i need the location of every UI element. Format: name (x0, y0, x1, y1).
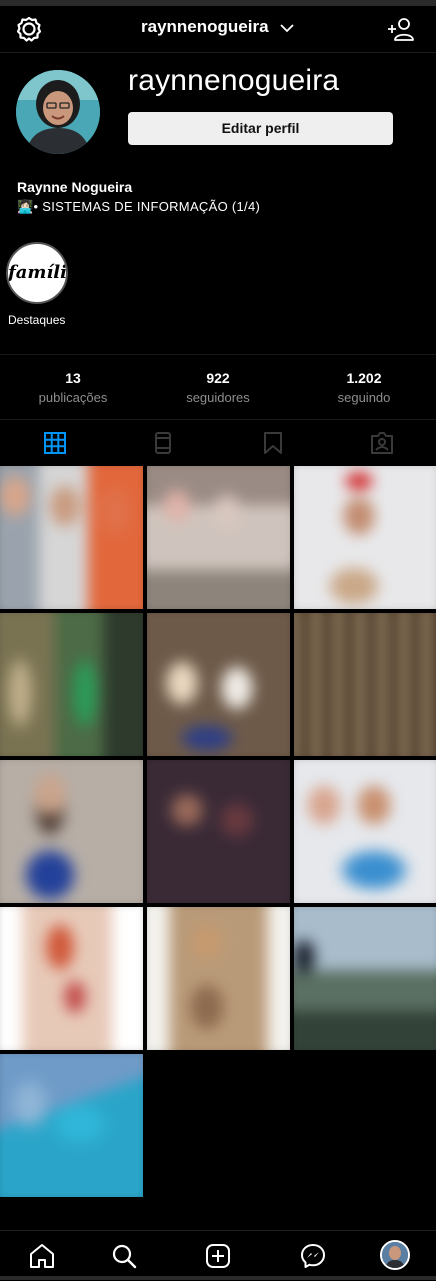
post-thumbnail[interactable] (0, 907, 143, 1050)
following-count: 1.202 (346, 370, 382, 386)
highlight-familia[interactable]: família (6, 242, 68, 304)
bottom-navigation (0, 1230, 436, 1281)
post-thumbnail[interactable] (147, 466, 290, 609)
profile-header: raynnenogueira (0, 6, 436, 53)
following-stat[interactable]: 1.202 seguindo (294, 370, 434, 405)
profile-bio: 👩🏻‍💻• SISTEMAS DE INFORMAÇÃO (1/4) (17, 199, 261, 214)
add-user-icon[interactable] (386, 15, 414, 43)
posts-stat[interactable]: 13 publicações (3, 370, 143, 405)
posts-label: publicações (38, 390, 108, 405)
highlight-label: Destaques (8, 313, 66, 327)
edit-profile-button[interactable]: Editar perfil (128, 112, 393, 145)
post-thumbnail[interactable] (0, 613, 143, 756)
post-thumbnail[interactable] (294, 613, 436, 756)
followers-label: seguidores (186, 390, 250, 405)
saved-icon[interactable] (260, 430, 286, 456)
post-thumbnail[interactable] (0, 1054, 143, 1197)
followers-count: 922 (206, 370, 230, 386)
profile-avatar-nav[interactable] (380, 1240, 410, 1270)
profile-full-name: Raynne Nogueira (17, 179, 133, 195)
tagged-icon[interactable] (369, 430, 395, 456)
post-thumbnail[interactable] (294, 760, 436, 903)
following-label: seguindo (337, 390, 391, 405)
new-post-icon[interactable] (204, 1242, 232, 1270)
profile-avatar[interactable] (16, 70, 100, 154)
post-thumbnail[interactable] (147, 613, 290, 756)
profile-stats: 13 publicações 922 seguidores 1.202 segu… (0, 354, 436, 420)
post-thumbnail[interactable] (0, 760, 143, 903)
profile-username: raynnenogueira (128, 64, 340, 97)
system-home-bar (0, 1276, 436, 1280)
chevron-down-icon (280, 24, 294, 33)
grid-icon[interactable] (42, 430, 68, 456)
post-thumbnail[interactable] (294, 907, 436, 1050)
nav-avatar-photo (382, 1242, 408, 1268)
account-switcher[interactable]: raynnenogueira (0, 17, 436, 37)
search-icon[interactable] (110, 1242, 138, 1270)
post-thumbnail[interactable] (147, 907, 290, 1050)
posts-count: 13 (65, 370, 81, 386)
header-username: raynnenogueira (141, 17, 269, 36)
avatar-photo (16, 70, 100, 154)
post-thumbnail[interactable] (294, 466, 436, 609)
highlight-cover-text: família (8, 262, 67, 283)
reels-icon[interactable] (150, 430, 176, 456)
profile-tabs (0, 420, 436, 466)
post-thumbnail[interactable] (147, 760, 290, 903)
followers-stat[interactable]: 922 seguidores (148, 370, 288, 405)
messenger-icon[interactable] (299, 1242, 327, 1270)
post-thumbnail[interactable] (0, 466, 143, 609)
home-icon[interactable] (28, 1242, 56, 1270)
